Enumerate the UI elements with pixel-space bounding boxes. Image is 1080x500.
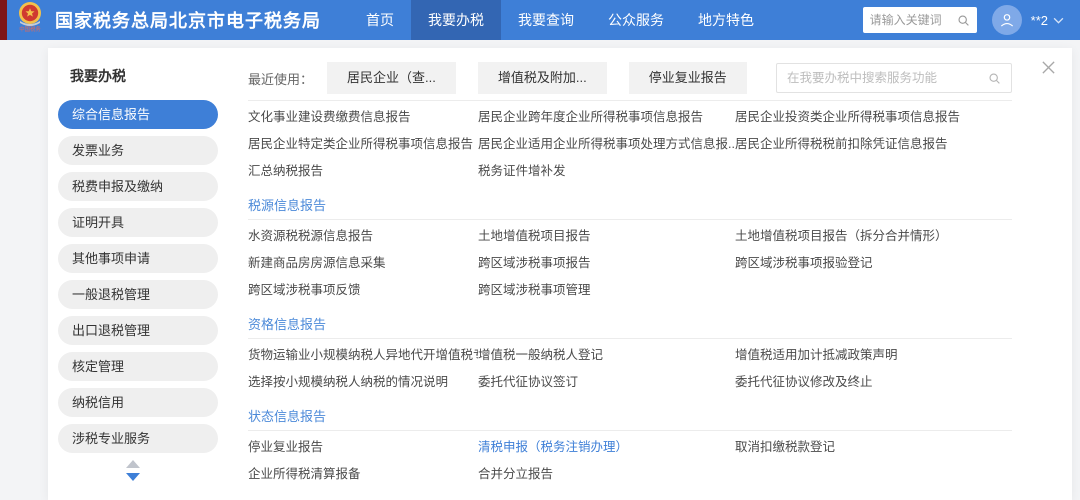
service-link[interactable]: 居民企业特定类企业所得税事项信息报告	[248, 131, 478, 158]
nav-item[interactable]: 我要办税	[411, 0, 501, 40]
sidebar-heading: 我要办税	[48, 54, 218, 100]
service-search-input[interactable]	[787, 71, 988, 85]
main-nav: 首页 我要办税 我要查询 公众服务 地方特色	[349, 0, 771, 40]
group-links: 文化事业建设费缴费信息报告 居民企业跨年度企业所得税事项信息报告 居民企业投资类…	[248, 101, 1012, 188]
logo-caption: 中国税务	[19, 27, 41, 32]
scroll-up-icon[interactable]	[126, 460, 140, 468]
user-menu[interactable]: **2	[1031, 13, 1064, 28]
group-links: 货物运输业小规模纳税人异地代开增值税专用... 增值税一般纳税人登记 增值税适用…	[248, 339, 1012, 399]
recent-service-button[interactable]: 增值税及附加...	[478, 62, 607, 94]
service-group-general: 文化事业建设费缴费信息报告 居民企业跨年度企业所得税事项信息报告 居民企业投资类…	[248, 100, 1012, 188]
service-link[interactable]: 停业复业报告	[248, 434, 478, 461]
services-content: 最近使用： 居民企业（查... 增值税及附加... 停业复业报告	[218, 48, 1072, 500]
left-red-strip	[0, 0, 7, 40]
service-link[interactable]: 居民企业适用企业所得税事项处理方式信息报...	[478, 131, 735, 158]
recent-used-label: 最近使用：	[248, 69, 313, 88]
service-link[interactable]: 居民企业跨年度企业所得税事项信息报告	[478, 104, 735, 131]
service-link[interactable]: 跨区域涉税事项报验登记	[735, 250, 1012, 277]
service-link[interactable]: 委托代征协议修改及终止	[735, 369, 1012, 396]
service-group-qualification: 资格信息报告 货物运输业小规模纳税人异地代开增值税专用... 增值税一般纳税人登…	[248, 307, 1012, 399]
group-title: 税源信息报告	[248, 188, 1012, 219]
nav-item[interactable]: 公众服务	[591, 0, 681, 40]
service-link[interactable]: 居民企业所得税税前扣除凭证信息报告	[735, 131, 1012, 158]
search-icon	[957, 14, 970, 27]
service-link[interactable]: 跨区域涉税事项报告	[478, 250, 735, 277]
group-title: 资格信息报告	[248, 307, 1012, 338]
sidebar-item[interactable]: 税费申报及缴纳	[58, 172, 218, 201]
sidebar-item[interactable]: 涉税专业服务	[58, 424, 218, 453]
scroll-down-icon[interactable]	[126, 473, 140, 481]
sidebar-items: 综合信息报告 发票业务 税费申报及缴纳 证明开具 其他事项申请 一般退税管理 出…	[48, 100, 218, 453]
nav-item[interactable]: 首页	[349, 0, 411, 40]
service-link[interactable]: 企业所得税清算报备	[248, 461, 478, 488]
service-group-tax-source: 税源信息报告 水资源税税源信息报告 土地增值税项目报告 土地增值税项目报告（拆分…	[248, 188, 1012, 307]
service-search-box[interactable]	[776, 63, 1012, 93]
person-icon	[998, 11, 1016, 29]
user-name: **2	[1031, 13, 1048, 28]
site-title: 国家税务总局北京市电子税务局	[55, 7, 321, 33]
close-button[interactable]	[1041, 60, 1056, 75]
service-link[interactable]: 增值税适用加计抵减政策声明	[735, 342, 1012, 369]
service-link[interactable]: 清税申报（税务注销办理）	[478, 434, 735, 461]
sidebar-item[interactable]: 发票业务	[58, 136, 218, 165]
group-title: 状态信息报告	[248, 399, 1012, 430]
recent-service-button[interactable]: 居民企业（查...	[327, 62, 456, 94]
service-group-status: 状态信息报告 停业复业报告 清税申报（税务注销办理） 取消扣缴税款登记 企业所得…	[248, 399, 1012, 491]
chevron-down-icon	[1053, 17, 1064, 24]
recent-used-buttons: 居民企业（查... 增值税及附加... 停业复业报告	[327, 62, 769, 94]
header-search-input[interactable]	[870, 13, 957, 27]
service-link[interactable]: 文化事业建设费缴费信息报告	[248, 104, 478, 131]
header-search-box[interactable]	[863, 7, 977, 33]
service-link[interactable]: 合并分立报告	[478, 461, 735, 488]
service-link[interactable]: 土地增值税项目报告（拆分合并情形）	[735, 223, 1012, 250]
sidebar-item[interactable]: 核定管理	[58, 352, 218, 381]
sidebar-item[interactable]: 证明开具	[58, 208, 218, 237]
service-link[interactable]: 汇总纳税报告	[248, 158, 478, 185]
recent-used-row: 最近使用： 居民企业（查... 增值税及附加... 停业复业报告	[248, 62, 1012, 94]
recent-service-button[interactable]: 停业复业报告	[629, 62, 747, 94]
tax-bureau-logo: 中国税务	[13, 1, 47, 39]
sidebar-item[interactable]: 综合信息报告	[58, 100, 218, 129]
service-link[interactable]: 取消扣缴税款登记	[735, 434, 1012, 461]
nav-item[interactable]: 我要查询	[501, 0, 591, 40]
service-link[interactable]: 税务证件增补发	[478, 158, 735, 185]
user-avatar[interactable]	[992, 5, 1022, 35]
service-link[interactable]: 居民企业投资类企业所得税事项信息报告	[735, 104, 1012, 131]
service-link[interactable]: 跨区域涉税事项反馈	[248, 277, 478, 304]
service-link[interactable]: 水资源税税源信息报告	[248, 223, 478, 250]
service-link[interactable]: 跨区域涉税事项管理	[478, 277, 735, 304]
service-link[interactable]: 增值税一般纳税人登记	[478, 342, 735, 369]
emblem-icon	[17, 1, 43, 27]
close-icon	[1041, 60, 1056, 75]
service-link[interactable]: 选择按小规模纳税人纳税的情况说明	[248, 369, 478, 396]
service-link[interactable]: 土地增值税项目报告	[478, 223, 735, 250]
group-links: 停业复业报告 清税申报（税务注销办理） 取消扣缴税款登记 企业所得税清算报备 合…	[248, 431, 1012, 491]
sidebar-item[interactable]: 出口退税管理	[58, 316, 218, 345]
service-link[interactable]: 货物运输业小规模纳税人异地代开增值税专用...	[248, 342, 478, 369]
tax-services-panel: 我要办税 综合信息报告 发票业务 税费申报及缴纳 证明开具 其他事项申请 一般退…	[48, 48, 1072, 500]
top-header: 中国税务 国家税务总局北京市电子税务局 首页 我要办税 我要查询 公众服务 地方…	[0, 0, 1080, 40]
search-icon	[988, 72, 1001, 85]
sidebar-item[interactable]: 纳税信用	[58, 388, 218, 417]
service-link[interactable]: 委托代征协议签订	[478, 369, 735, 396]
category-sidebar: 我要办税 综合信息报告 发票业务 税费申报及缴纳 证明开具 其他事项申请 一般退…	[48, 48, 218, 500]
group-links: 水资源税税源信息报告 土地增值税项目报告 土地增值税项目报告（拆分合并情形） 新…	[248, 220, 1012, 307]
sidebar-pager	[48, 460, 218, 481]
service-link[interactable]: 新建商品房房源信息采集	[248, 250, 478, 277]
sidebar-item[interactable]: 其他事项申请	[58, 244, 218, 273]
sidebar-item[interactable]: 一般退税管理	[58, 280, 218, 309]
nav-item[interactable]: 地方特色	[681, 0, 771, 40]
